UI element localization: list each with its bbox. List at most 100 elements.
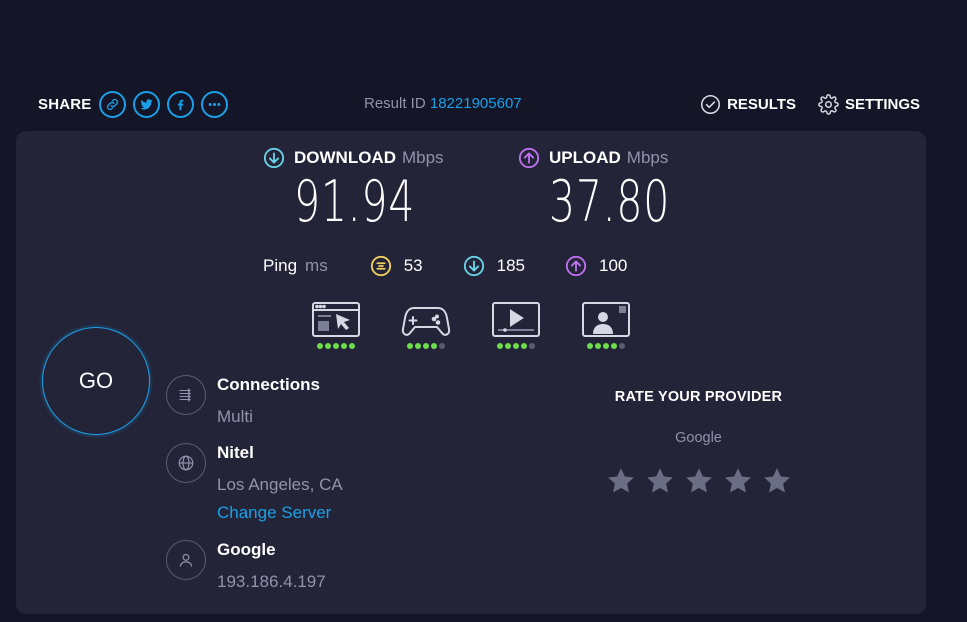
globe-icon-wrap bbox=[166, 443, 206, 483]
gear-icon bbox=[818, 94, 839, 115]
upload-section: UPLOAD Mbps 37.80 bbox=[518, 147, 717, 233]
download-arrow-icon bbox=[263, 147, 285, 169]
change-server-link[interactable]: Change Server bbox=[217, 503, 343, 523]
link-icon bbox=[106, 98, 118, 110]
rating-dot-filled bbox=[341, 343, 347, 349]
use-case-streaming[interactable] bbox=[491, 301, 541, 349]
result-id: Result ID 18221905607 bbox=[364, 95, 522, 112]
ping-upload: 100 bbox=[565, 255, 627, 277]
share-more-button[interactable] bbox=[200, 90, 228, 118]
ping-idle: 53 bbox=[370, 255, 423, 277]
rating-dot-filled bbox=[317, 343, 323, 349]
rating-dot-filled bbox=[513, 343, 519, 349]
use-case-gaming[interactable] bbox=[401, 301, 451, 349]
upload-unit: Mbps bbox=[626, 148, 669, 167]
top-nav: RESULTS SETTINGS bbox=[678, 94, 920, 115]
use-case-video-chat[interactable] bbox=[581, 301, 631, 349]
ping-row: Ping ms 53 185 100 bbox=[263, 255, 667, 277]
connections-icon bbox=[179, 388, 191, 402]
rating-dot-filled bbox=[497, 343, 503, 349]
isp-ip: 193.186.4.197 bbox=[217, 572, 326, 591]
results-panel: DOWNLOAD Mbps 91.94 UPLOAD Mbps 37.80 Pi… bbox=[16, 131, 926, 614]
rating-dot-filled bbox=[407, 343, 413, 349]
video-chat-icon bbox=[582, 302, 630, 337]
rating-dot-filled bbox=[611, 343, 617, 349]
ping-upload-value: 100 bbox=[599, 256, 628, 275]
user-icon-wrap bbox=[166, 540, 206, 580]
download-value: 91.94 bbox=[294, 169, 416, 235]
top-bar: SHARE Result ID 18221905607 RESULTS SETT… bbox=[38, 86, 920, 122]
rating-dot-filled bbox=[349, 343, 355, 349]
rating-dot-filled bbox=[603, 343, 609, 349]
results-button[interactable]: RESULTS bbox=[700, 94, 796, 115]
server-location: Los Angeles, CA bbox=[217, 475, 343, 494]
rating-dot-empty bbox=[529, 343, 535, 349]
more-icon bbox=[208, 102, 220, 106]
ping-upload-icon bbox=[565, 255, 587, 277]
rating-dot-filled bbox=[587, 343, 593, 349]
star-icon[interactable] bbox=[723, 466, 753, 496]
share-facebook-button[interactable] bbox=[166, 90, 194, 118]
rate-provider: RATE YOUR PROVIDER Google bbox=[576, 389, 821, 496]
server-name: Nitel bbox=[217, 443, 254, 462]
web-browsing-icon bbox=[312, 302, 360, 337]
rating-dot-filled bbox=[333, 343, 339, 349]
rating-stars bbox=[576, 466, 821, 496]
upload-value: 37.80 bbox=[549, 169, 671, 235]
rating-dot-filled bbox=[595, 343, 601, 349]
twitter-icon bbox=[139, 98, 153, 109]
gaming-rating-dots bbox=[406, 343, 446, 349]
use-case-ratings bbox=[311, 301, 671, 349]
video-streaming-icon bbox=[492, 302, 540, 337]
share-section: SHARE bbox=[38, 86, 235, 122]
download-label: DOWNLOAD bbox=[294, 148, 396, 167]
share-twitter-button[interactable] bbox=[132, 90, 160, 118]
rate-provider-name: Google bbox=[675, 430, 722, 446]
results-label: RESULTS bbox=[727, 96, 796, 113]
go-button[interactable]: GO bbox=[42, 327, 150, 435]
streaming-rating-dots bbox=[496, 343, 536, 349]
connections-text: Connections Multi bbox=[217, 375, 320, 427]
ping-label: Ping bbox=[263, 256, 298, 275]
ping-unit: ms bbox=[305, 256, 328, 275]
rate-title: RATE YOUR PROVIDER bbox=[614, 389, 783, 405]
upload-label: UPLOAD bbox=[549, 148, 621, 167]
server-text: Nitel Los Angeles, CA Change Server bbox=[217, 443, 343, 523]
user-icon bbox=[179, 553, 193, 567]
facebook-icon bbox=[177, 99, 183, 110]
connections-icon-wrap bbox=[166, 375, 206, 415]
star-icon[interactable] bbox=[606, 466, 636, 496]
web-rating-dots bbox=[316, 343, 356, 349]
gaming-icon bbox=[401, 307, 451, 336]
rating-dot-filled bbox=[325, 343, 331, 349]
result-id-link[interactable]: 18221905607 bbox=[430, 95, 522, 112]
star-icon[interactable] bbox=[762, 466, 792, 496]
upload-arrow-icon bbox=[518, 147, 540, 169]
rating-dot-filled bbox=[415, 343, 421, 349]
star-icon[interactable] bbox=[684, 466, 714, 496]
settings-button[interactable]: SETTINGS bbox=[818, 94, 920, 115]
rating-dot-filled bbox=[423, 343, 429, 349]
ping-download-icon bbox=[463, 255, 484, 277]
isp-name: Google bbox=[217, 540, 276, 559]
rating-dot-filled bbox=[521, 343, 527, 349]
share-link-button[interactable] bbox=[98, 90, 126, 118]
rating-dot-filled bbox=[505, 343, 511, 349]
use-case-web[interactable] bbox=[311, 301, 361, 349]
ping-download-value: 185 bbox=[496, 256, 525, 275]
rating-dot-empty bbox=[619, 343, 625, 349]
rating-dot-filled bbox=[431, 343, 437, 349]
download-unit: Mbps bbox=[401, 148, 444, 167]
download-section: DOWNLOAD Mbps 91.94 bbox=[263, 147, 462, 233]
connections-title: Connections bbox=[217, 375, 320, 394]
download-header: DOWNLOAD Mbps bbox=[263, 147, 462, 169]
settings-label: SETTINGS bbox=[844, 96, 920, 113]
connections-value[interactable]: Multi bbox=[217, 407, 320, 427]
check-circle-icon bbox=[701, 94, 721, 115]
star-icon[interactable] bbox=[645, 466, 675, 496]
ping-idle-icon bbox=[370, 255, 391, 277]
isp-text: Google 193.186.4.197 bbox=[217, 540, 326, 592]
result-id-label: Result ID bbox=[364, 95, 426, 112]
ping-idle-value: 53 bbox=[403, 256, 423, 275]
globe-icon bbox=[178, 455, 194, 471]
